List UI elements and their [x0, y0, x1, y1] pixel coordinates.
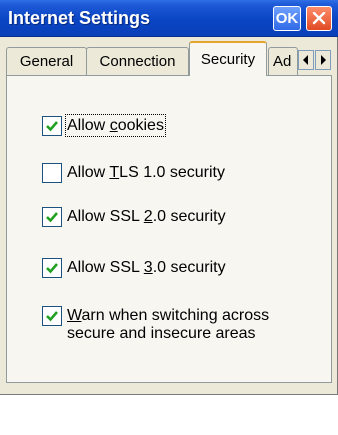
allow-tls-option[interactable]: Allow TLS 1.0 security — [42, 163, 225, 183]
tab-general[interactable]: General — [6, 47, 87, 75]
checkmark-icon — [46, 311, 58, 322]
arrow-right-icon — [321, 55, 326, 65]
allow-tls-label: Allow TLS 1.0 security — [67, 164, 225, 181]
allow-ssl3-checkbox[interactable] — [42, 258, 62, 278]
tab-advanced[interactable]: Ad — [268, 47, 298, 75]
ok-button[interactable]: OK — [273, 6, 301, 31]
allow-ssl2-option[interactable]: Allow SSL 2.0 security — [42, 207, 226, 227]
allow-cookies-option[interactable]: Allow cookies — [42, 114, 166, 137]
checkmark-icon — [46, 212, 58, 223]
warn-switching-checkbox[interactable] — [42, 306, 62, 326]
warn-switching-label: Warn when switching across secure and ins… — [67, 307, 270, 342]
window-title: Internet Settings — [8, 8, 151, 28]
checkmark-icon — [46, 121, 58, 132]
title-bar: Internet Settings OK — [0, 0, 338, 37]
allow-ssl3-option[interactable]: Allow SSL 3.0 security — [42, 258, 226, 278]
tab-connection[interactable]: Connection — [86, 47, 189, 75]
arrow-left-icon — [303, 55, 308, 65]
tab-scroll-left-button[interactable] — [298, 50, 314, 70]
allow-ssl3-label: Allow SSL 3.0 security — [67, 259, 226, 276]
allow-ssl2-checkbox[interactable] — [42, 207, 62, 227]
internet-settings-window: Internet Settings OK General Connection … — [0, 0, 338, 395]
allow-cookies-checkbox[interactable] — [42, 116, 62, 136]
tab-scroll-right-button[interactable] — [315, 50, 331, 70]
allow-tls-checkbox[interactable] — [42, 163, 62, 183]
checkmark-icon — [46, 263, 58, 274]
tab-security[interactable]: Security — [189, 41, 267, 76]
warn-switching-option[interactable]: Warn when switching across secure and ins… — [42, 306, 269, 343]
allow-ssl2-label: Allow SSL 2.0 security — [67, 208, 226, 225]
allow-cookies-label: Allow cookies — [65, 114, 166, 137]
close-button[interactable] — [306, 6, 332, 31]
close-icon — [312, 12, 326, 25]
